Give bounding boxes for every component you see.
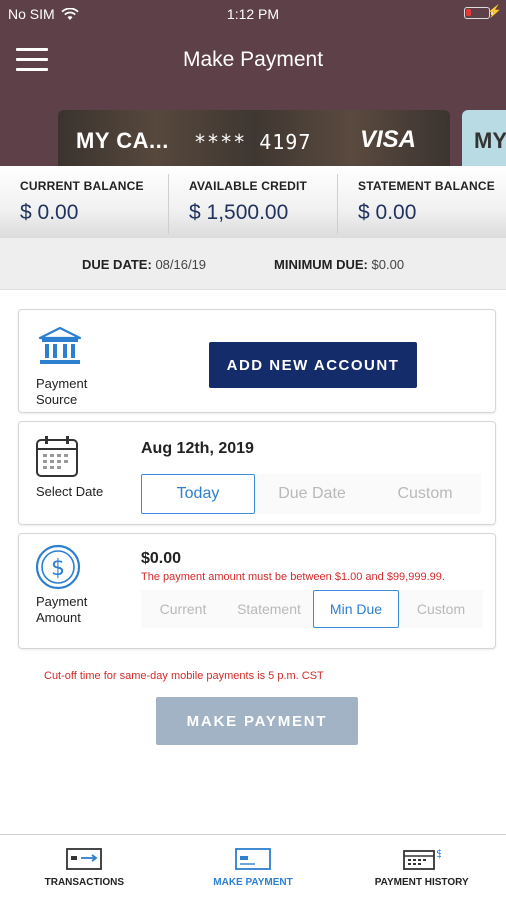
header: No SIM 1:12 PM ⚡ Make Payment MY CA... *… [0,0,506,166]
dollar-icon: $ [35,544,81,590]
tab-make-payment[interactable]: MAKE PAYMENT [169,835,338,900]
status-bar: No SIM 1:12 PM ⚡ [0,0,506,28]
svg-text:$: $ [436,847,441,860]
next-card-name: MY [474,128,506,153]
add-new-account-button[interactable]: ADD NEW ACCOUNT [209,342,417,388]
cutoff-notice: Cut-off time for same-day mobile payment… [44,670,324,682]
payment-amount-value: $0.00 [141,550,182,567]
charging-icon: ⚡ [487,4,502,18]
next-card[interactable]: MY [462,110,506,166]
payment-amount-panel: $ Payment Amount $0.00 The payment amount… [18,533,496,649]
amount-option-current[interactable]: Current [141,590,225,628]
date-option-due-date[interactable]: Due Date [255,474,369,514]
select-date-label: Select Date [36,484,104,499]
card-name: MY CA... [76,128,169,153]
transactions-icon [66,848,103,870]
page-title: Make Payment [182,48,324,71]
amount-option-min-due[interactable]: Min Due [313,590,399,628]
due-date: DUE DATE: 08/16/19 [82,257,207,272]
current-balance: CURRENT BALANCE $ 0.00 [0,174,169,234]
minimum-due: MINIMUM DUE: $0.00 [274,257,405,272]
amount-option-custom[interactable]: Custom [399,590,483,628]
calendar-icon [36,436,78,477]
card-number: **** 4197 [194,130,312,154]
bank-icon [38,326,82,364]
payment-source-label: Payment Source [36,376,88,407]
svg-text:$: $ [51,556,65,581]
date-option-custom[interactable]: Custom [369,474,481,514]
date-option-today[interactable]: Today [141,474,255,514]
balance-summary: CURRENT BALANCE $ 0.00 AVAILABLE CREDIT … [0,166,506,238]
payment-amount-label: Payment Amount [36,594,88,625]
select-date-panel: Select Date Aug 12th, 2019 Today Due Dat… [18,421,496,525]
payment-history-icon: $ [402,847,441,870]
make-payment-button[interactable]: MAKE PAYMENT [156,697,358,745]
statement-balance: STATEMENT BALANCE $ 0.00 [358,179,495,224]
tab-payment-history[interactable]: $ PAYMENT HISTORY [337,835,506,900]
status-time: 1:12 PM [226,6,280,22]
amount-option-statement[interactable]: Statement [225,590,313,628]
make-payment-icon [235,848,271,870]
amount-error-message: The payment amount must be between $1.00… [141,571,445,583]
tab-bar: TRANSACTIONS MAKE PAYMENT $ PAYMENT HIST… [0,834,506,900]
tab-transactions[interactable]: TRANSACTIONS [0,835,169,900]
available-credit: AVAILABLE CREDIT $ 1,500.00 [169,174,338,234]
due-info-bar: DUE DATE: 08/16/19 MINIMUM DUE: $0.00 [0,238,506,290]
payment-source-panel: Payment Source ADD NEW ACCOUNT [18,309,496,413]
amount-options: Current Statement Min Due Custom [141,590,483,628]
date-options: Today Due Date Custom [141,474,481,514]
visa-logo: VISA [359,126,416,153]
credit-card[interactable]: MY CA... **** 4197 VISA [58,110,450,166]
selected-date: Aug 12th, 2019 [141,440,254,457]
